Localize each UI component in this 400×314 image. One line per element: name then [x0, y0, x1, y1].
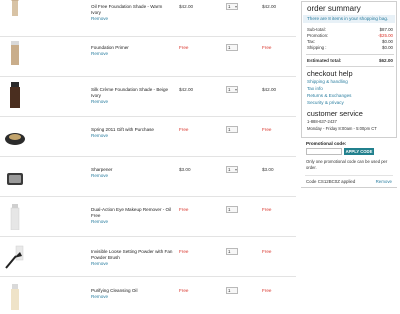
remove-link[interactable]: Remove: [91, 261, 173, 267]
remover-bottle-icon: [10, 204, 20, 230]
product-name: Oil Free Foundation Shade - Warm Ivory R…: [91, 4, 173, 22]
promo-code-note: Only one promotional code can be used pe…: [306, 159, 388, 170]
cart-items-table: Oil Free Foundation Shade - Warm Ivory R…: [0, 0, 296, 314]
product-name-text[interactable]: Oil Free Foundation Shade - Warm Ivory: [91, 4, 162, 15]
remove-link[interactable]: Remove: [91, 133, 173, 139]
product-name-text[interactable]: Spring 2011 Gift with Purchase: [91, 127, 154, 132]
returns-exchanges-link[interactable]: Returns & Exchanges: [307, 93, 351, 98]
product-name-text[interactable]: Invisible Loose Setting Powder with Fan …: [91, 249, 172, 260]
unit-price: Free: [179, 288, 189, 293]
tax-info-link[interactable]: Tax info: [307, 86, 323, 91]
remove-code-link[interactable]: Remove: [376, 179, 392, 184]
order-summary-title: order summary: [307, 4, 361, 13]
powder-brush-icon: [5, 245, 24, 269]
promo-code-panel: Promotional code: APPLY CODE Only one pr…: [301, 137, 397, 187]
promotion-label: Promotion:: [307, 33, 329, 38]
line-total: Free: [262, 249, 272, 254]
line-total: $3.00: [262, 167, 274, 172]
checkout-help-heading: checkout help: [307, 69, 353, 78]
line-total: Free: [262, 288, 272, 293]
quantity-select[interactable]: 1: [226, 86, 238, 93]
remove-link[interactable]: Remove: [91, 294, 173, 300]
line-total: Free: [262, 45, 272, 50]
applied-code-text: Code CS12BC0Z applied: [306, 179, 356, 184]
remove-link[interactable]: Remove: [91, 51, 173, 57]
remove-link[interactable]: Remove: [91, 173, 173, 179]
subtotal-label: Sub-total:: [307, 27, 326, 32]
line-total: $42.00: [262, 4, 277, 9]
unit-price: $42.00: [179, 87, 194, 92]
security-privacy-link[interactable]: Security & privacy: [307, 100, 344, 105]
estimated-total-line: Estimated total: $62.00: [307, 58, 393, 64]
quantity-field[interactable]: 1: [226, 126, 238, 133]
primer-tube-icon: [11, 41, 19, 65]
divider: [305, 175, 393, 176]
quantity-field[interactable]: 1: [226, 206, 238, 213]
unit-price: $42.00: [179, 4, 194, 9]
estimated-total-label: Estimated total:: [307, 58, 342, 63]
cart-row: Dual-Action Eye Makeup Remover - Oil Fre…: [0, 196, 296, 236]
foundation-jar-icon: [10, 82, 20, 108]
product-name: Invisible Loose Setting Powder with Fan …: [91, 249, 173, 267]
unit-price: Free: [179, 207, 189, 212]
items-count-notice: There are 8 items in your shopping bag.: [307, 16, 389, 21]
quantity-field[interactable]: 1: [226, 44, 238, 51]
unit-price: Free: [179, 249, 189, 254]
customer-service-phone: 1-888-637-2437: [307, 119, 337, 124]
unit-price: $3.00: [179, 167, 191, 172]
customer-service-heading: customer service: [307, 109, 363, 118]
line-total: $42.00: [262, 87, 277, 92]
remove-link[interactable]: Remove: [91, 16, 173, 22]
line-total: Free: [262, 207, 272, 212]
product-name: Sharpener Remove: [91, 167, 173, 179]
remove-link[interactable]: Remove: [91, 219, 173, 225]
shipping-line: Shipping : $0.00: [307, 45, 393, 51]
cart-row: Purifying Cleansing Oil Remove Free 1 Fr…: [0, 276, 296, 314]
unit-price: Free: [179, 127, 189, 132]
quantity-select[interactable]: 1: [226, 166, 238, 173]
gift-pouch-icon: [5, 133, 25, 145]
quantity-select[interactable]: 1: [226, 3, 238, 10]
promotion-value: -$25.00: [378, 33, 393, 38]
product-name-text[interactable]: Sharpener: [91, 167, 112, 172]
product-name: Foundation Primer Remove: [91, 45, 173, 57]
product-name: Silk Crème Foundation Shade - Beige Ivor…: [91, 87, 173, 105]
sharpener-icon: [7, 173, 23, 185]
product-name: Purifying Cleansing Oil Remove: [91, 288, 173, 300]
cart-row: Oil Free Foundation Shade - Warm Ivory R…: [0, 0, 296, 36]
unit-price: Free: [179, 45, 189, 50]
quantity-field[interactable]: 1: [226, 287, 238, 294]
shipping-label: Shipping :: [307, 45, 327, 50]
shipping-handling-link[interactable]: Shipping & handling: [307, 79, 348, 84]
tax-value: $0.00: [382, 39, 393, 44]
divider: [306, 66, 394, 67]
customer-service-hours: Monday - Friday 8:00am - 5:00pm CT: [307, 126, 377, 131]
cart-row: Sharpener Remove $3.00 1 $3.00: [0, 156, 296, 196]
product-name-text[interactable]: Foundation Primer: [91, 45, 129, 50]
cart-row: Invisible Loose Setting Powder with Fan …: [0, 236, 296, 276]
product-name-text[interactable]: Dual-Action Eye Makeup Remover - Oil Fre…: [91, 207, 171, 218]
product-name-text[interactable]: Purifying Cleansing Oil: [91, 288, 137, 293]
estimated-total-value: $62.00: [378, 58, 393, 63]
quantity-field[interactable]: 1: [226, 248, 238, 255]
product-name: Spring 2011 Gift with Purchase Remove: [91, 127, 173, 139]
tax-label: Tax:: [307, 39, 316, 44]
apply-code-button[interactable]: APPLY CODE: [344, 148, 374, 155]
shipping-value: $0.00: [382, 45, 393, 50]
product-name: Dual-Action Eye Makeup Remover - Oil Fre…: [91, 207, 173, 225]
product-name-text[interactable]: Silk Crème Foundation Shade - Beige Ivor…: [91, 87, 168, 98]
divider: [306, 54, 394, 55]
subtotal-value: $87.00: [379, 27, 393, 32]
cart-row: Foundation Primer Remove Free 1 Free: [0, 36, 296, 76]
cleansing-oil-icon: [11, 284, 19, 310]
foundation-bottle-icon: [11, 0, 19, 16]
promo-code-input[interactable]: [306, 148, 342, 155]
line-total: Free: [262, 127, 272, 132]
promo-code-label: Promotional code:: [306, 141, 347, 146]
cart-row: Silk Crème Foundation Shade - Beige Ivor…: [0, 76, 296, 116]
cart-row: Spring 2011 Gift with Purchase Remove Fr…: [0, 116, 296, 156]
remove-link[interactable]: Remove: [91, 99, 173, 105]
